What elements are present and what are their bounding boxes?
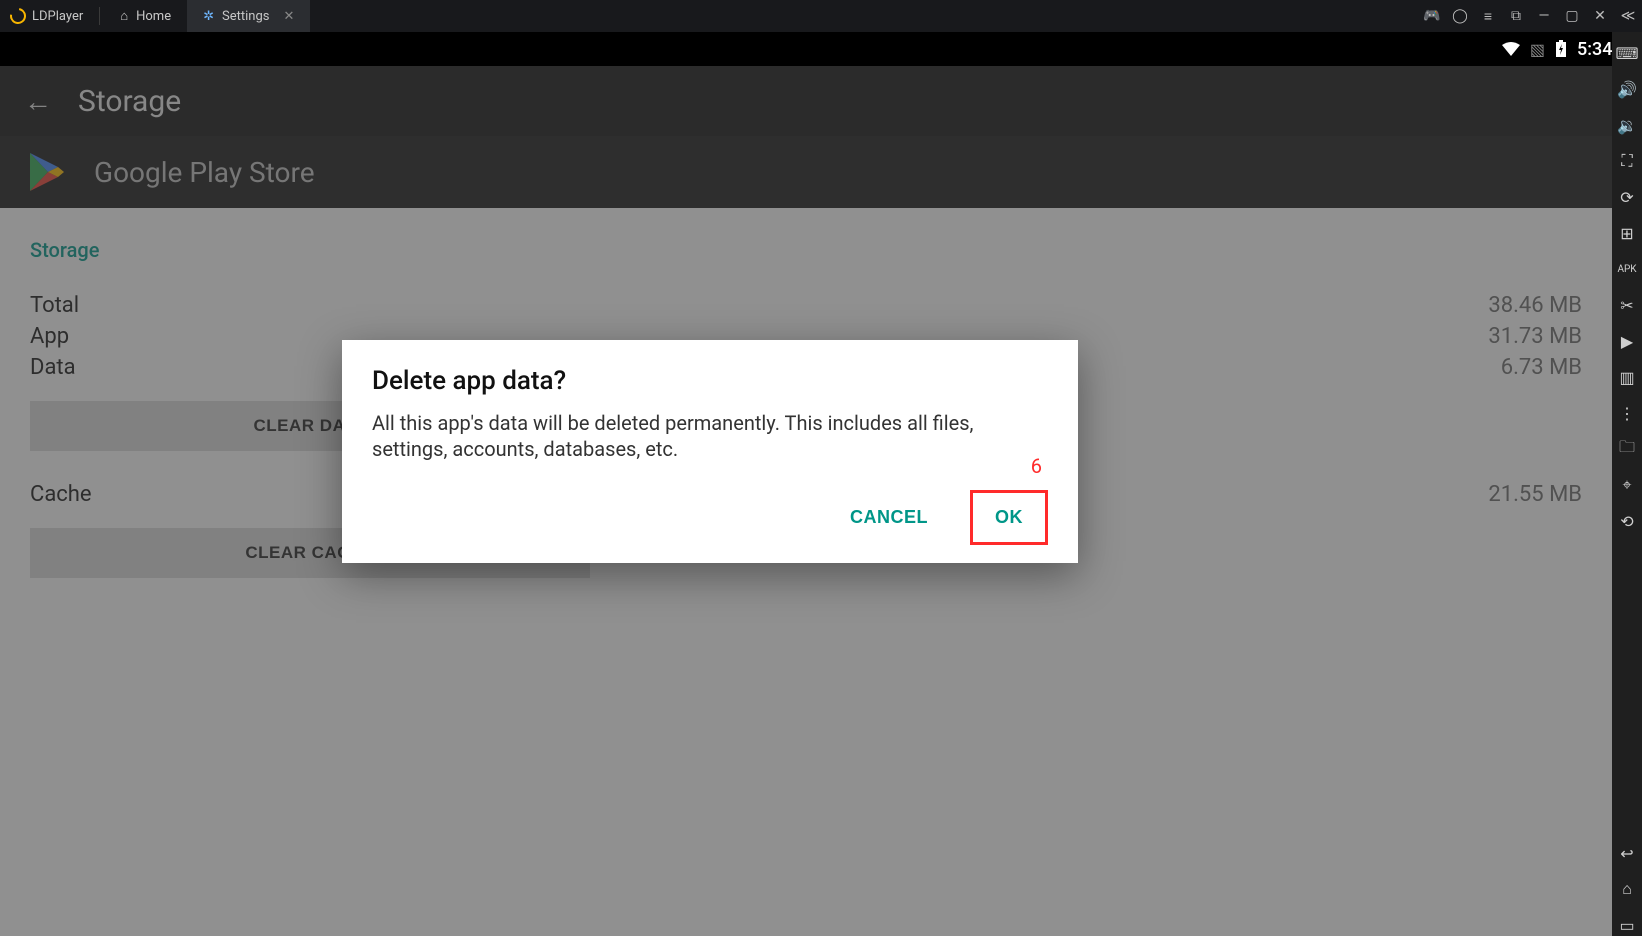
home-icon: ⌂ (120, 8, 128, 24)
android-recents-icon[interactable]: ▭ (1616, 914, 1638, 936)
tab-home-label: Home (136, 9, 171, 24)
user-icon[interactable]: ◯ (1446, 0, 1474, 32)
no-sim-icon: ▧ (1530, 40, 1545, 59)
menu-icon[interactable]: ≡ (1474, 0, 1502, 32)
emulator-window: LDPlayer ⌂ Home ✲ Settings ✕ 🎮 ◯ ≡ ⧉ — ▢… (0, 0, 1642, 936)
popout-icon[interactable]: ⧉ (1502, 0, 1530, 32)
shared-folder-icon[interactable]: 🗀 (1616, 438, 1638, 460)
dialog-title: Delete app data? (372, 366, 1048, 396)
close-window-icon[interactable]: ✕ (1586, 0, 1614, 32)
operation-record-icon[interactable]: ⟳ (1616, 186, 1638, 208)
clock: 5:34 (1577, 39, 1612, 60)
ldplayer-logo-icon (7, 5, 29, 27)
maximize-icon[interactable]: ▢ (1558, 0, 1586, 32)
more-icon[interactable]: ⋮ (1616, 402, 1638, 424)
gamepad-icon[interactable]: 🎮 (1418, 0, 1446, 32)
annotation-number: 6 (1031, 454, 1042, 478)
android-back-icon[interactable]: ↩ (1616, 842, 1638, 864)
sync-plus-icon[interactable]: ⊞ (1616, 222, 1638, 244)
divider (99, 7, 100, 25)
tab-home[interactable]: ⌂ Home (104, 0, 187, 32)
ok-highlight-box: OK (970, 490, 1048, 545)
volume-up-icon[interactable]: 🔊 (1616, 78, 1638, 100)
battery-charging-icon (1555, 40, 1567, 58)
titlebar: LDPlayer ⌂ Home ✲ Settings ✕ 🎮 ◯ ≡ ⧉ — ▢… (0, 0, 1642, 32)
install-apk-icon[interactable]: APK (1616, 258, 1638, 280)
fullscreen-icon[interactable]: ⛶ (1616, 150, 1638, 172)
multi-instance-icon[interactable]: ▥ (1616, 366, 1638, 388)
collapse-sidebar-icon[interactable]: ≪ (1614, 0, 1642, 32)
cancel-button[interactable]: CANCEL (836, 497, 942, 538)
emulator-sidebar: ⌨ 🔊 🔉 ⛶ ⟳ ⊞ APK ✂ ▶ ▥ ⋮ 🗀 ⌖ ⟲ ↩ ⌂ ▭ (1612, 32, 1642, 936)
tab-settings-label: Settings (222, 9, 269, 24)
brand: LDPlayer (0, 8, 95, 24)
rotate-icon[interactable]: ⟲ (1616, 510, 1638, 532)
tab-settings[interactable]: ✲ Settings ✕ (187, 0, 310, 32)
volume-down-icon[interactable]: 🔉 (1616, 114, 1638, 136)
dialog-actions: CANCEL OK (372, 490, 1048, 545)
gps-icon[interactable]: ⌖ (1616, 474, 1638, 496)
gear-icon: ✲ (203, 9, 214, 24)
android-home-icon[interactable]: ⌂ (1616, 878, 1638, 900)
screen-record-icon[interactable]: ▶ (1616, 330, 1638, 352)
ok-button[interactable]: OK (981, 497, 1037, 538)
brand-label: LDPlayer (32, 9, 83, 24)
dialog-body: All this app's data will be deleted perm… (372, 410, 1048, 462)
minimize-icon[interactable]: — (1530, 0, 1558, 32)
close-tab-icon[interactable]: ✕ (283, 9, 294, 24)
keyboard-icon[interactable]: ⌨ (1616, 42, 1638, 64)
wifi-icon (1502, 42, 1520, 56)
delete-app-data-dialog: Delete app data? All this app's data wil… (342, 340, 1078, 563)
scissors-icon[interactable]: ✂ (1616, 294, 1638, 316)
android-statusbar: ▧ 5:34 ◌ (0, 32, 1642, 66)
